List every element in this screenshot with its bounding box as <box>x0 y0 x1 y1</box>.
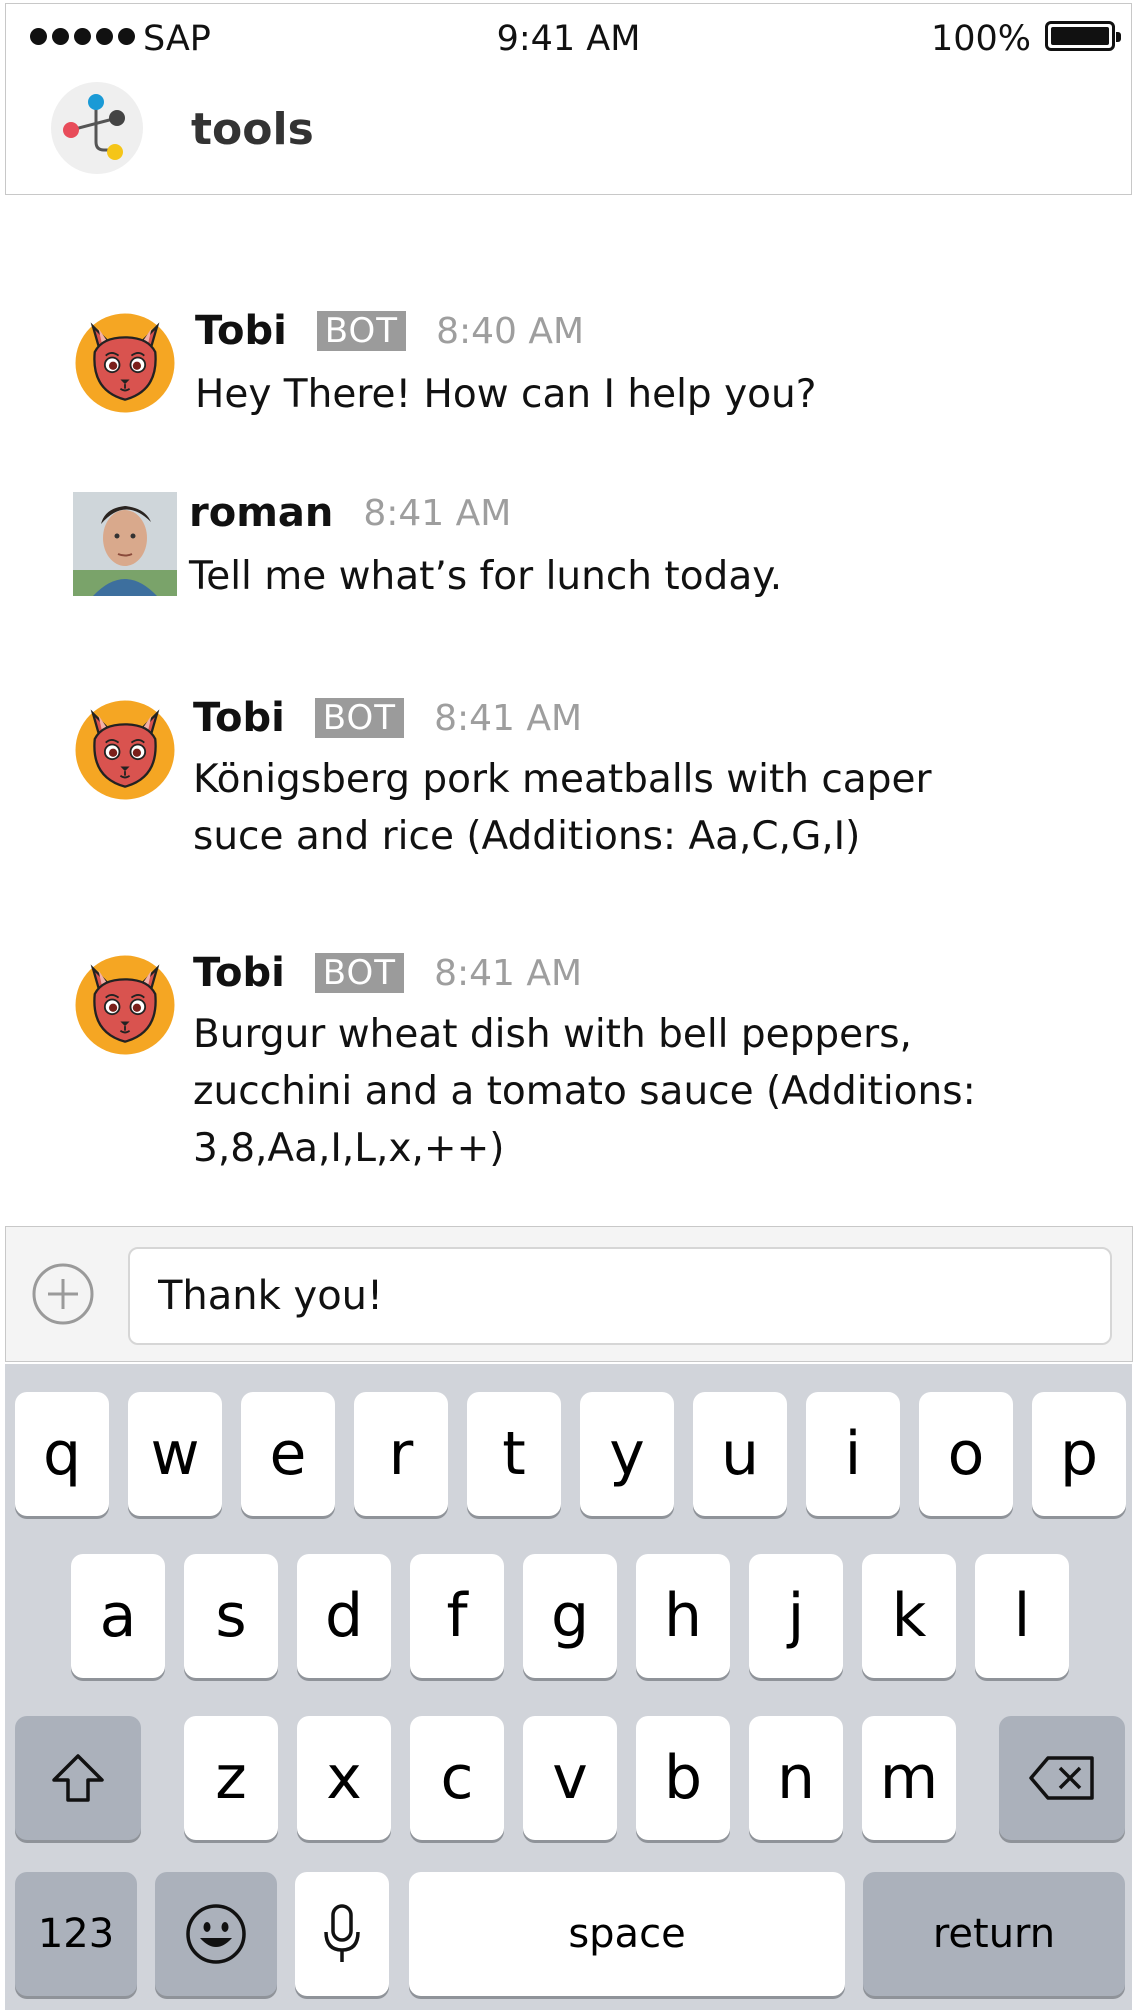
message-text: Burgur wheat dish with bell peppers, zuc… <box>193 1012 976 1171</box>
emoji-key[interactable] <box>155 1872 277 1996</box>
space-key[interactable]: space <box>409 1872 845 1996</box>
channel-title: tools <box>191 104 314 155</box>
message-author[interactable]: Tobi <box>193 695 285 741</box>
on-screen-keyboard: q w e r t y u i o p a s d f g h j k l z … <box>5 1364 1132 2010</box>
battery-percent: 100% <box>930 19 1031 59</box>
key-s[interactable]: s <box>184 1554 278 1678</box>
message-text: Königsberg pork meatballs with caper suc… <box>193 757 932 859</box>
plus-circle-icon[interactable] <box>32 1263 94 1325</box>
message-time: 8:41 AM <box>363 492 512 534</box>
bot-avatar[interactable] <box>70 695 180 805</box>
key-w[interactable]: w <box>128 1392 222 1516</box>
key-q[interactable]: q <box>15 1392 109 1516</box>
message-time: 8:41 AM <box>434 952 583 994</box>
message-composer <box>5 1226 1133 1362</box>
return-key[interactable]: return <box>863 1872 1125 1996</box>
backspace-icon <box>1029 1756 1094 1800</box>
emoji-icon <box>186 1904 246 1964</box>
battery-icon <box>1045 21 1121 51</box>
key-r[interactable]: r <box>354 1392 448 1516</box>
key-d[interactable]: d <box>297 1554 391 1678</box>
microphone-key[interactable] <box>295 1872 389 1996</box>
status-bar: SAP 9:41 AM 100% <box>6 4 1131 74</box>
bot-badge: BOT <box>314 698 405 738</box>
key-e[interactable]: e <box>241 1392 335 1516</box>
numbers-key[interactable]: 123 <box>15 1872 137 1996</box>
message-input[interactable] <box>128 1247 1112 1345</box>
bot-avatar[interactable] <box>70 950 180 1060</box>
key-f[interactable]: f <box>410 1554 504 1678</box>
message-time: 8:40 AM <box>436 310 585 352</box>
key-y[interactable]: y <box>580 1392 674 1516</box>
channel-logo-icon[interactable] <box>51 82 143 174</box>
key-t[interactable]: t <box>467 1392 561 1516</box>
key-g[interactable]: g <box>523 1554 617 1678</box>
message-author[interactable]: roman <box>189 490 333 536</box>
key-b[interactable]: b <box>636 1716 730 1840</box>
message-text: Hey There! How can I help you? <box>195 372 817 417</box>
key-z[interactable]: z <box>184 1716 278 1840</box>
message-text: Tell me what’s for lunch today. <box>189 554 783 599</box>
key-c[interactable]: c <box>410 1716 504 1840</box>
bot-avatar[interactable] <box>70 308 180 418</box>
delete-key[interactable] <box>999 1716 1125 1840</box>
key-k[interactable]: k <box>862 1554 956 1678</box>
key-v[interactable]: v <box>523 1716 617 1840</box>
message-author[interactable]: Tobi <box>193 950 285 996</box>
shift-key[interactable] <box>15 1716 141 1840</box>
bot-badge: BOT <box>314 953 405 993</box>
key-i[interactable]: i <box>806 1392 900 1516</box>
app-header: SAP 9:41 AM 100% tools <box>5 3 1132 195</box>
user-avatar[interactable] <box>73 492 177 596</box>
key-n[interactable]: n <box>749 1716 843 1840</box>
key-u[interactable]: u <box>693 1392 787 1516</box>
key-h[interactable]: h <box>636 1554 730 1678</box>
bot-badge: BOT <box>316 311 407 351</box>
message-time: 8:41 AM <box>434 697 583 739</box>
message-author[interactable]: Tobi <box>195 308 287 354</box>
key-p[interactable]: p <box>1032 1392 1126 1516</box>
key-x[interactable]: x <box>297 1716 391 1840</box>
shift-icon <box>52 1754 104 1802</box>
key-l[interactable]: l <box>975 1554 1069 1678</box>
key-o[interactable]: o <box>919 1392 1013 1516</box>
key-j[interactable]: j <box>749 1554 843 1678</box>
key-a[interactable]: a <box>71 1554 165 1678</box>
key-m[interactable]: m <box>862 1716 956 1840</box>
microphone-icon <box>324 1904 360 1962</box>
